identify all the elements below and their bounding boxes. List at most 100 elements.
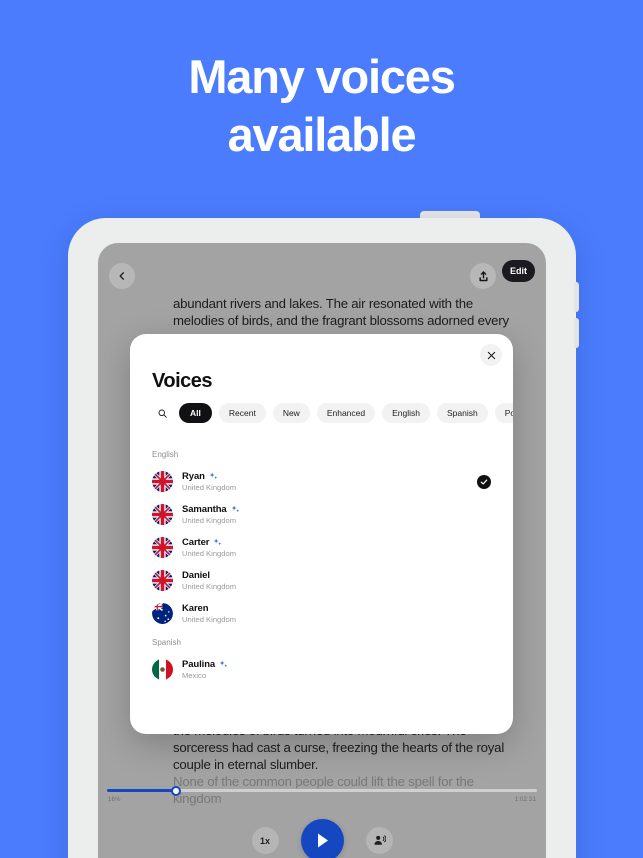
voice-flag bbox=[152, 603, 173, 624]
filter-chip-label: Recent bbox=[228, 408, 256, 418]
check-icon bbox=[480, 478, 488, 485]
enhanced-badge bbox=[209, 472, 218, 481]
enhanced-sparkle-icon bbox=[231, 505, 239, 513]
voice-list[interactable]: English Ryan United Kingdom Samantha United … bbox=[130, 442, 513, 734]
filter-chip-enhanced[interactable]: Enhanced bbox=[316, 403, 376, 423]
voice-region: United Kingdom bbox=[182, 516, 237, 525]
voice-meta: Paulina Mexico bbox=[182, 659, 228, 680]
filter-chip-new[interactable]: New bbox=[272, 403, 310, 423]
voice-picker-button[interactable] bbox=[365, 827, 393, 854]
voice-list-item[interactable]: Carter United Kingdom bbox=[130, 531, 513, 564]
player-controls: 1x bbox=[98, 819, 546, 858]
enhanced-badge bbox=[213, 538, 222, 547]
progress-fill bbox=[107, 789, 176, 792]
voice-person-icon bbox=[373, 835, 386, 845]
voice-meta: Karen United Kingdom bbox=[182, 603, 236, 624]
voice-region: United Kingdom bbox=[182, 615, 237, 624]
voice-name: Karen bbox=[182, 603, 209, 614]
filter-chip-search[interactable] bbox=[152, 403, 172, 423]
headline-line-1: Many voices bbox=[188, 50, 456, 103]
play-icon bbox=[317, 833, 328, 848]
voice-region: Mexico bbox=[182, 671, 207, 680]
filter-chip-all[interactable]: All bbox=[179, 403, 212, 423]
voice-flag bbox=[152, 659, 173, 680]
share-icon bbox=[478, 270, 488, 281]
voice-meta: Daniel United Kingdom bbox=[182, 570, 236, 591]
filter-chip-label: New bbox=[282, 408, 300, 418]
flag-mexico-icon bbox=[152, 659, 173, 680]
voice-list-item[interactable]: Ryan United Kingdom bbox=[130, 465, 513, 498]
voice-name-line: Daniel bbox=[182, 570, 236, 581]
voice-flag bbox=[152, 537, 173, 558]
close-button[interactable] bbox=[480, 344, 502, 366]
voice-group-label-spanish: Spanish bbox=[152, 638, 181, 647]
voice-name: Ryan bbox=[182, 471, 205, 482]
filter-chip-label: Portuguese bbox=[504, 408, 513, 418]
voice-list-item[interactable]: Daniel United Kingdom bbox=[130, 564, 513, 597]
chevron-left-icon bbox=[119, 272, 125, 280]
enhanced-badge bbox=[231, 505, 240, 514]
voice-list-item[interactable]: Karen United Kingdom bbox=[130, 597, 513, 630]
voice-name: Samantha bbox=[182, 504, 227, 515]
voice-meta: Ryan United Kingdom bbox=[182, 471, 236, 492]
flag-australia-icon bbox=[152, 603, 173, 624]
progress-percent-label: 16% bbox=[108, 797, 121, 803]
filter-chip-label: English bbox=[392, 408, 421, 418]
duration-label: 1:02:31 bbox=[514, 797, 536, 803]
device-volume-up-button[interactable] bbox=[574, 282, 579, 312]
flag-united-kingdom-icon bbox=[152, 504, 173, 525]
voice-list-item[interactable]: Samantha United Kingdom bbox=[130, 498, 513, 531]
enhanced-sparkle-icon bbox=[214, 538, 222, 546]
voice-name-line: Paulina bbox=[182, 659, 228, 670]
voice-name-line: Carter bbox=[182, 537, 236, 548]
filter-chip-label: Enhanced bbox=[326, 408, 366, 418]
voice-name-line: Ryan bbox=[182, 471, 236, 482]
headline-line-2: available bbox=[227, 107, 417, 161]
search-icon bbox=[158, 409, 167, 418]
device-volume-down-button[interactable] bbox=[574, 318, 579, 348]
flag-united-kingdom-icon bbox=[152, 471, 173, 492]
play-button[interactable] bbox=[300, 819, 344, 858]
voice-region: United Kingdom bbox=[182, 549, 237, 558]
voice-name: Carter bbox=[182, 537, 210, 548]
voice-flag bbox=[152, 570, 173, 591]
back-button[interactable] bbox=[109, 263, 135, 289]
filter-chip-spanish[interactable]: Spanish bbox=[437, 403, 488, 423]
filter-chip-recent[interactable]: Recent bbox=[218, 403, 266, 423]
voice-name: Paulina bbox=[182, 659, 216, 670]
voice-name: Daniel bbox=[182, 570, 210, 581]
progress-knob[interactable] bbox=[170, 785, 181, 796]
voice-region: United Kingdom bbox=[182, 582, 237, 591]
close-icon bbox=[487, 351, 495, 359]
flag-united-kingdom-icon bbox=[152, 537, 173, 558]
voice-name-line: Karen bbox=[182, 603, 236, 614]
voice-list-item[interactable]: Paulina Mexico bbox=[130, 653, 513, 686]
filter-chip-label: Spanish bbox=[447, 408, 478, 418]
voice-group-label-english: English bbox=[152, 450, 179, 459]
enhanced-sparkle-icon bbox=[209, 472, 218, 480]
enhanced-sparkle-icon bbox=[219, 660, 228, 668]
filter-chip-label: All bbox=[190, 408, 201, 418]
share-button[interactable] bbox=[470, 263, 496, 289]
voice-name-line: Samantha bbox=[182, 504, 240, 515]
voice-flag bbox=[152, 471, 173, 492]
app-top-bar: Edit bbox=[98, 259, 546, 299]
voice-flag bbox=[152, 504, 173, 525]
voice-meta: Samantha United Kingdom bbox=[182, 504, 240, 525]
flag-united-kingdom-icon bbox=[152, 570, 173, 591]
page-title: Many voices available bbox=[0, 48, 643, 164]
edit-button[interactable]: Edit bbox=[502, 260, 535, 282]
playback-speed-button[interactable]: 1x bbox=[251, 827, 279, 854]
voice-selected-check bbox=[477, 474, 491, 489]
enhanced-badge bbox=[219, 660, 228, 669]
document-paragraph-bottom: the melodies of birds turned into mournf… bbox=[173, 723, 518, 807]
filter-chip-portuguese[interactable]: Portuguese bbox=[494, 403, 513, 423]
voices-modal: Voices All Recent New Enhanced English Spanis… bbox=[130, 334, 513, 734]
filter-chip-english[interactable]: English bbox=[382, 403, 431, 423]
voice-filter-chips: All Recent New Enhanced English Spanish Portug… bbox=[152, 403, 513, 423]
voice-meta: Carter United Kingdom bbox=[182, 537, 236, 558]
document-paragraph-top: abundant rivers and lakes. The air reson… bbox=[173, 296, 509, 328]
modal-title: Voices bbox=[152, 370, 213, 392]
voice-region: United Kingdom bbox=[182, 483, 237, 492]
progress-slider[interactable] bbox=[107, 785, 537, 796]
